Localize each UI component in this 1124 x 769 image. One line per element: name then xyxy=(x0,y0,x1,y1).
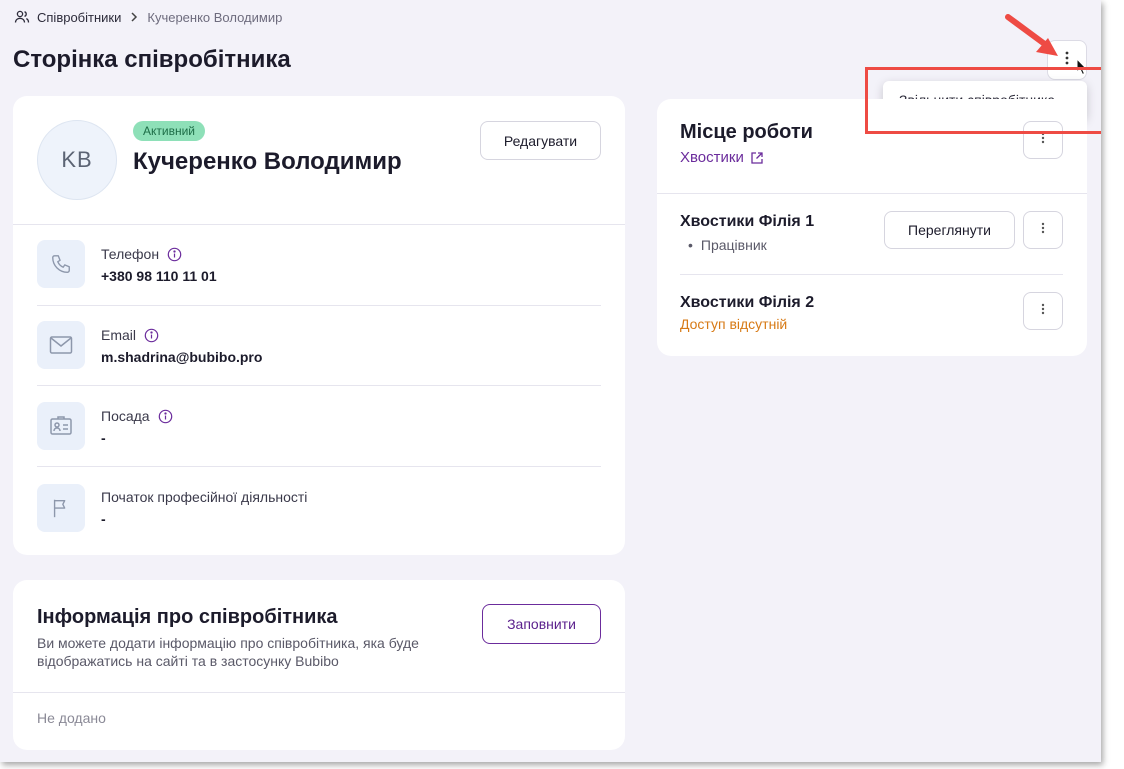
id-badge-icon xyxy=(37,402,85,450)
breadcrumb: Співробітники Кучеренко Володимир xyxy=(14,9,282,25)
phone-icon xyxy=(37,240,85,288)
edit-button[interactable]: Редагувати xyxy=(480,121,601,160)
info-icon[interactable] xyxy=(144,328,159,343)
email-label: Email xyxy=(101,327,137,343)
annotation-highlight-box xyxy=(865,67,1101,134)
divider xyxy=(37,305,601,306)
email-label-row: Email xyxy=(101,327,159,343)
app-window: Співробітники Кучеренко Володимир Сторін… xyxy=(0,0,1101,762)
mail-icon xyxy=(37,321,85,369)
employee-info-card: Інформація про співробітника Ви можете д… xyxy=(13,580,625,750)
people-icon xyxy=(14,9,30,25)
divider xyxy=(13,224,625,225)
info-description: Ви можете додати інформацію про співробі… xyxy=(37,635,419,669)
info-icon[interactable] xyxy=(158,409,173,424)
branch-1-role: • Працівник xyxy=(688,237,767,253)
flag-icon xyxy=(37,484,85,532)
phone-label-row: Телефон xyxy=(101,246,182,262)
breadcrumb-current: Кучеренко Володимир xyxy=(147,9,283,25)
divider xyxy=(657,193,1087,194)
position-label: Посада xyxy=(101,408,150,424)
career-start-label: Початок професійної діяльності xyxy=(101,489,308,505)
info-empty-text: Не додано xyxy=(37,710,106,726)
position-label-row: Посада xyxy=(101,408,173,424)
external-link-icon xyxy=(750,151,764,165)
divider xyxy=(37,466,601,467)
page-title: Сторінка співробітника xyxy=(13,46,291,73)
company-name: Хвостики xyxy=(680,149,744,166)
position-value: - xyxy=(101,430,106,446)
branch-2-name: Хвостики Філія 2 xyxy=(680,294,815,311)
email-value: m.shadrina@bubibo.pro xyxy=(101,349,263,365)
fill-button[interactable]: Заповнити xyxy=(482,604,601,644)
status-badge: Активний xyxy=(133,121,205,141)
view-button[interactable]: Переглянути xyxy=(884,211,1015,249)
divider xyxy=(13,692,625,693)
info-icon[interactable] xyxy=(167,247,182,262)
branch-1-more-button[interactable] xyxy=(1023,211,1063,249)
branch-1-name: Хвостики Філія 1 xyxy=(680,213,815,230)
more-vertical-icon xyxy=(1041,302,1045,320)
workplace-title: Місце роботи xyxy=(680,121,813,143)
workplace-card: Місце роботи Хвостики Хвостики Філія 1 •… xyxy=(657,99,1087,356)
profile-card: KB Активний Кучеренко Володимир Редагува… xyxy=(13,96,625,555)
phone-value: +380 98 110 11 01 xyxy=(101,268,217,284)
company-link[interactable]: Хвостики xyxy=(680,149,764,166)
career-start-value: - xyxy=(101,511,106,527)
avatar: KB xyxy=(37,120,117,200)
divider xyxy=(37,385,601,386)
branch-2-more-button[interactable] xyxy=(1023,292,1063,330)
info-title: Інформація про співробітника xyxy=(37,606,338,628)
employee-name: Кучеренко Володимир xyxy=(133,148,402,175)
branch-2-status: Доступ відсутній xyxy=(680,316,788,332)
bullet: • xyxy=(688,237,693,253)
more-vertical-icon xyxy=(1041,221,1045,239)
divider xyxy=(680,274,1063,275)
phone-label: Телефон xyxy=(101,246,160,262)
chevron-right-icon xyxy=(130,12,138,22)
branch-1-role-text: Працівник xyxy=(700,237,767,253)
breadcrumb-root[interactable]: Співробітники xyxy=(37,10,121,25)
annotation-arrow-icon xyxy=(1005,14,1058,56)
